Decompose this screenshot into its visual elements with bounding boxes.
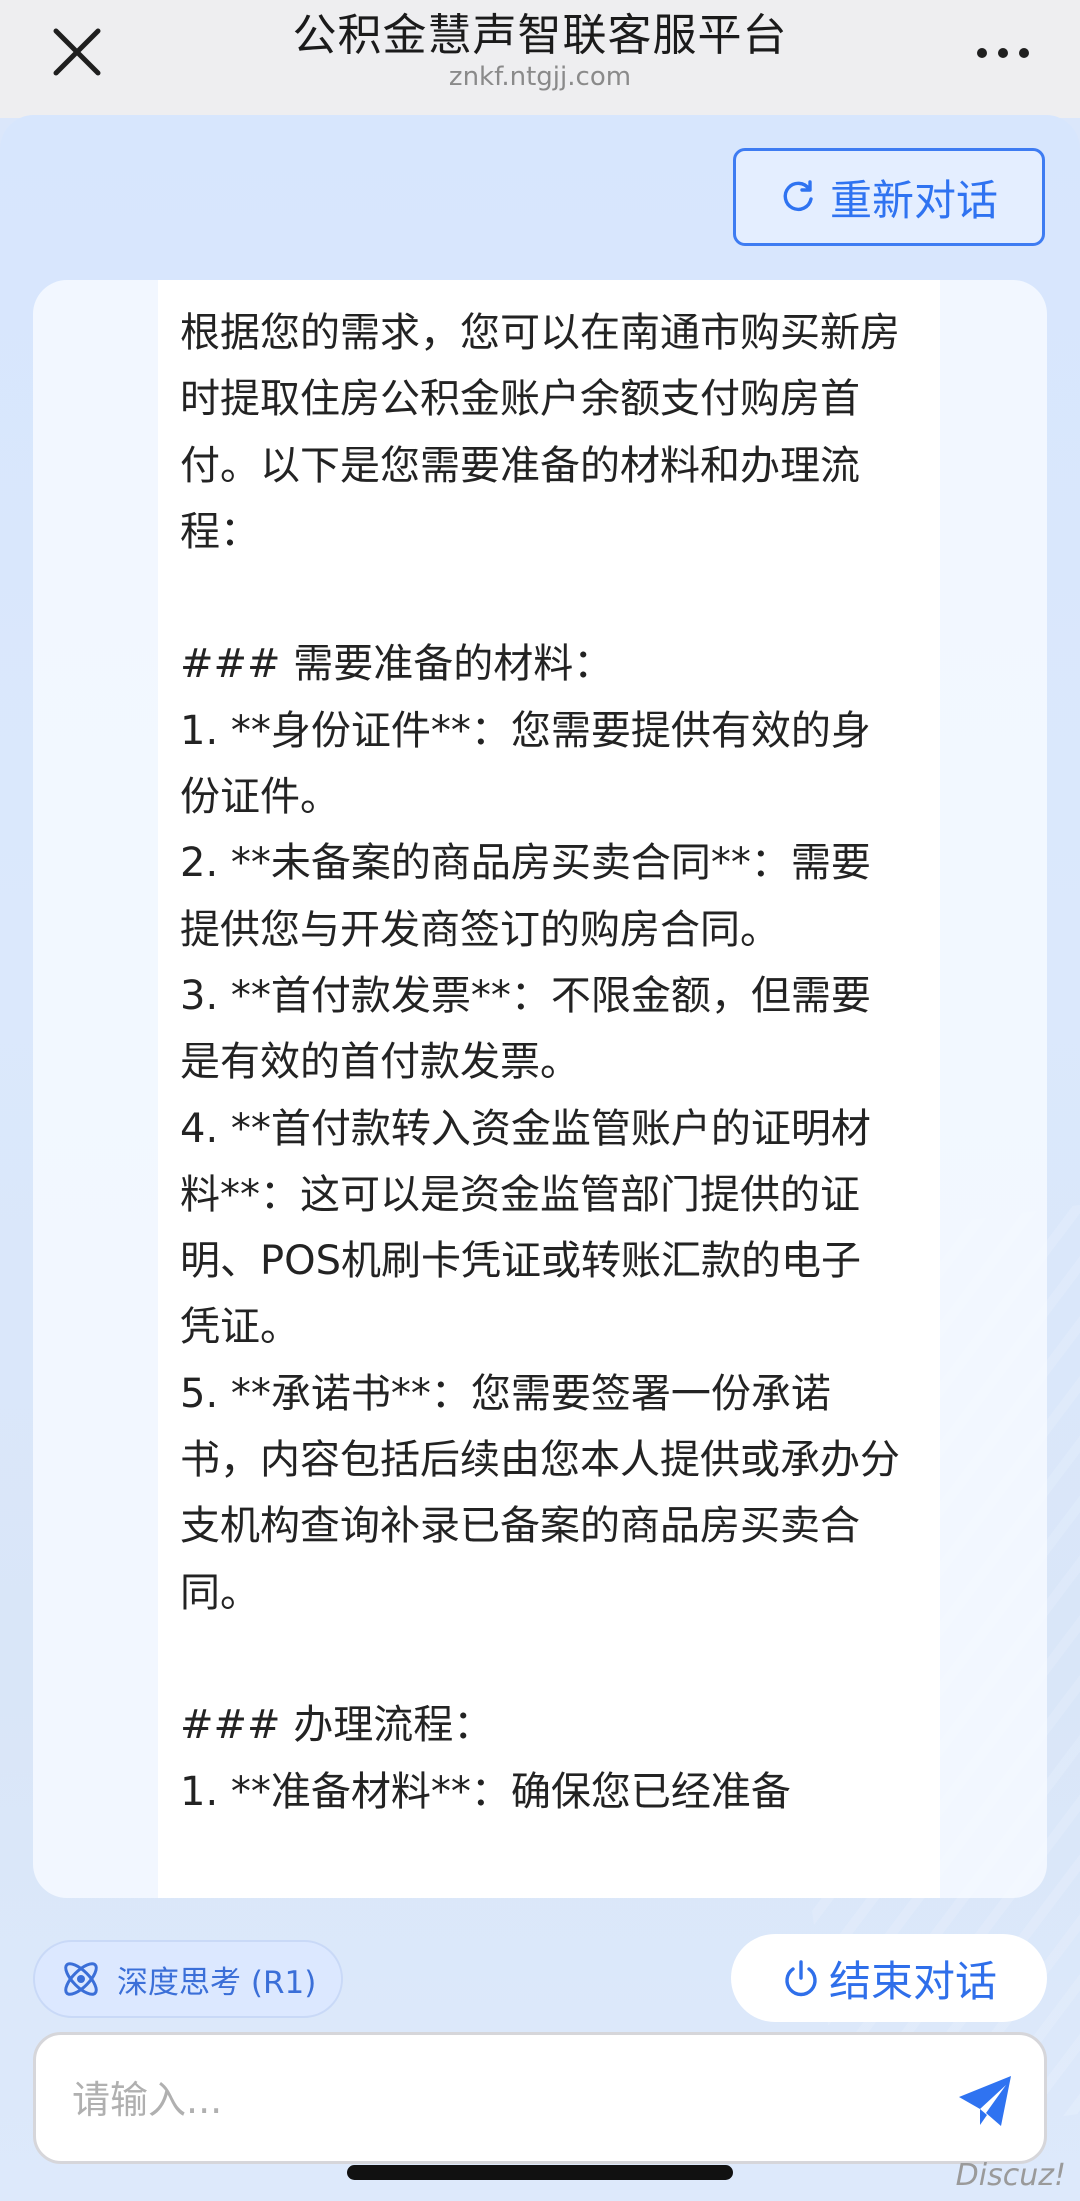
page-title: 公积金慧声智联客服平台 [292, 10, 788, 61]
power-icon [785, 1960, 817, 1997]
deep-think-label: 深度思考 (R1) [117, 1964, 317, 2001]
send-icon[interactable] [956, 2073, 1014, 2129]
end-label: 结束对话 [828, 1956, 997, 2006]
restart-conversation-button[interactable]: 重新对话 [733, 148, 1045, 246]
more-icon[interactable] [974, 38, 1032, 68]
watermark: Discuz! [955, 2158, 1066, 2193]
message-input[interactable] [70, 2055, 934, 2145]
top-bar: 公积金慧声智联客服平台 znkf.ntgjj.com [0, 0, 1080, 118]
end-conversation-button[interactable]: 结束对话 [731, 1934, 1047, 2022]
message-input-container [33, 2032, 1047, 2164]
page-url: znkf.ntgjj.com [448, 62, 632, 92]
refresh-icon [783, 180, 813, 212]
deep-think-toggle[interactable]: 深度思考 (R1) [33, 1940, 343, 2018]
home-indicator [347, 2165, 733, 2180]
restart-label: 重新对话 [829, 175, 998, 225]
atom-icon [64, 1962, 98, 1996]
assistant-message-text: 根据您的需求，您可以在南通市购买新房时提取住房公积金账户余额支付购房首付。以下是… [180, 310, 900, 1815]
